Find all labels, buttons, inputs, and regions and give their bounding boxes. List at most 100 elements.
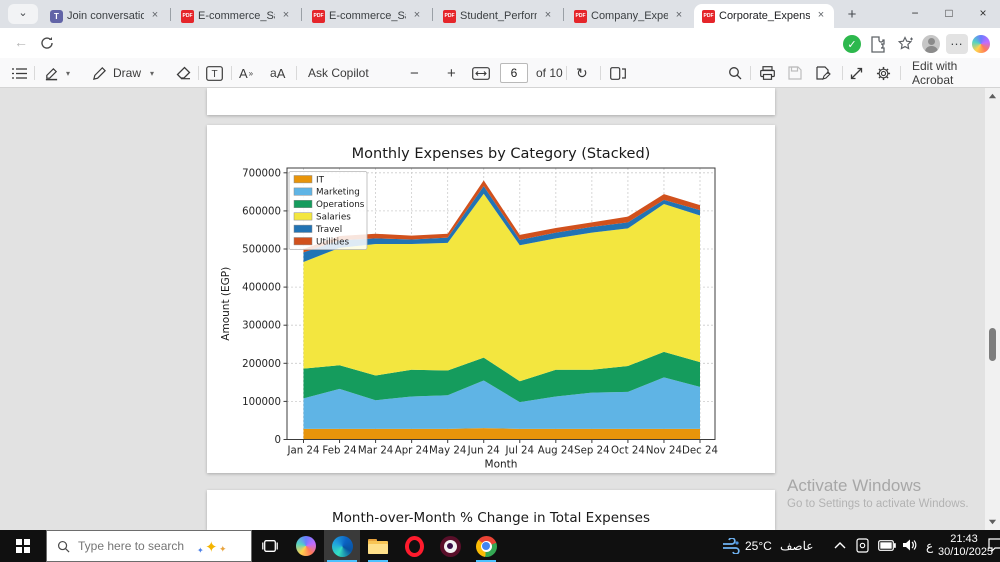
opera-icon[interactable] xyxy=(396,530,432,562)
extensions-puzzle-icon[interactable] xyxy=(868,35,886,53)
search-document-icon[interactable] xyxy=(728,63,742,83)
tab-title: E-commerce_Sales_Anal xyxy=(198,10,275,22)
tab-close-icon[interactable]: × xyxy=(541,9,555,23)
svg-text:500000: 500000 xyxy=(242,245,281,256)
svg-text:Oct 24: Oct 24 xyxy=(611,446,645,457)
pdf-icon: PDF xyxy=(181,10,194,23)
weather-temperature[interactable]: 25°C xyxy=(745,539,772,553)
table-of-contents-icon[interactable] xyxy=(12,63,27,83)
pdf-toolbar: ▾ Draw ▾ T A» aA Ask Copilot − + of 10 ↻ xyxy=(0,58,1000,88)
edge-taskbar-icon[interactable] xyxy=(324,530,360,562)
zoom-in-icon[interactable]: + xyxy=(447,63,456,83)
tab-join-conversation[interactable]: T Join conversation × xyxy=(42,4,168,28)
draw-dropdown-icon[interactable]: ▾ xyxy=(150,63,154,83)
pdf-page-chart: 0100000200000300000400000500000600000700… xyxy=(207,125,775,473)
search-input[interactable] xyxy=(78,539,198,553)
new-tab-button[interactable]: + xyxy=(840,4,864,26)
tab-close-icon[interactable]: × xyxy=(148,9,162,23)
next-chart-title: Month-over-Month % Change in Total Expen… xyxy=(207,490,775,526)
print-icon[interactable] xyxy=(760,63,775,83)
tab-close-icon[interactable]: × xyxy=(410,9,424,23)
save-as-icon[interactable] xyxy=(816,63,831,83)
vertical-scrollbar[interactable] xyxy=(985,88,1000,530)
draw-pen-icon[interactable] xyxy=(92,63,107,83)
chrome-icon[interactable] xyxy=(468,530,504,562)
sparkle-small-icon: ✦ xyxy=(197,546,204,555)
tab-search-button[interactable]: ⌄ xyxy=(8,4,38,24)
maximize-button[interactable]: □ xyxy=(932,0,966,28)
copilot-icon[interactable] xyxy=(972,35,990,53)
close-window-button[interactable]: × xyxy=(966,0,1000,28)
taskbar-search[interactable]: ✦ ✦ ✦ xyxy=(46,530,252,562)
page-number-input[interactable] xyxy=(500,63,528,83)
settings-gear-icon[interactable] xyxy=(876,63,891,83)
start-button[interactable] xyxy=(0,530,46,562)
pdf-icon: PDF xyxy=(312,10,325,23)
svg-text:Nov 24: Nov 24 xyxy=(646,446,682,457)
taskbar-clock[interactable]: 21:43 30/10/2025 xyxy=(938,533,990,559)
tab-title: Student_Performance_A xyxy=(460,10,537,22)
pdf-icon: PDF xyxy=(443,10,456,23)
svg-text:Salaries: Salaries xyxy=(316,213,351,223)
tab-strip: ⌄ T Join conversation × PDF E-commerce_S… xyxy=(0,0,1000,28)
refresh-icon[interactable] xyxy=(40,36,54,50)
profile-avatar[interactable] xyxy=(922,35,940,53)
tab-close-icon[interactable]: × xyxy=(814,9,828,23)
eraser-icon[interactable] xyxy=(176,63,192,83)
svg-text:700000: 700000 xyxy=(242,168,281,179)
task-view-icon[interactable] xyxy=(252,530,288,562)
file-explorer-icon[interactable] xyxy=(360,530,396,562)
scroll-down-icon[interactable] xyxy=(988,517,997,526)
notification-icon[interactable] xyxy=(988,538,1000,552)
tab-student-performance[interactable]: PDF Student_Performance_A × xyxy=(435,4,561,28)
svg-text:Marketing: Marketing xyxy=(316,188,360,198)
tab-ecommerce-2[interactable]: PDF E-commerce_Sales_Anal × xyxy=(304,4,430,28)
weather-condition[interactable]: عاصف xyxy=(780,539,813,553)
windows-logo-icon xyxy=(16,539,30,553)
translate-icon[interactable]: aA xyxy=(270,63,285,83)
highlighter-icon[interactable] xyxy=(44,63,59,83)
address-bar-row: ← File C:/Users/pc/Desktop/HE/Corporate_… xyxy=(0,28,1000,58)
highlighter-dropdown-icon[interactable]: ▾ xyxy=(66,63,70,83)
back-icon[interactable]: ← xyxy=(14,34,28,50)
edit-with-acrobat-button[interactable]: Edit with Acrobat xyxy=(912,63,1000,83)
more-menu-icon[interactable]: … xyxy=(946,34,968,54)
battery-icon[interactable] xyxy=(878,540,896,551)
scrollbar-thumb[interactable] xyxy=(989,328,996,361)
minimize-button[interactable]: − xyxy=(898,0,932,28)
fit-to-width-icon[interactable] xyxy=(472,63,490,83)
read-aloud-icon[interactable]: A» xyxy=(239,63,253,83)
security-check-icon[interactable]: ✓ xyxy=(843,35,861,53)
tray-chevron-up-icon[interactable] xyxy=(834,541,846,549)
page-view-icon[interactable] xyxy=(610,63,626,83)
page-total-label: of 10 xyxy=(536,63,563,83)
zoom-out-icon[interactable]: − xyxy=(410,63,419,83)
tab-divider xyxy=(301,8,302,21)
sparkle-small2-icon: ✦ xyxy=(219,544,227,555)
tray-device-icon[interactable] xyxy=(856,538,869,553)
collections-icon[interactable] xyxy=(896,35,914,53)
speaker-icon[interactable] xyxy=(902,538,917,552)
scroll-up-icon[interactable] xyxy=(988,92,997,101)
browser-icon[interactable] xyxy=(432,530,468,562)
tab-close-icon[interactable]: × xyxy=(279,9,293,23)
ask-copilot-button[interactable]: Ask Copilot xyxy=(308,63,369,83)
pdf-page-next-top: Month-over-Month % Change in Total Expen… xyxy=(207,490,775,530)
tab-company-expenses[interactable]: PDF Company_Expenses_Ana × xyxy=(566,4,692,28)
tab-close-icon[interactable]: × xyxy=(672,9,686,23)
language-indicator[interactable]: ع xyxy=(926,539,933,553)
svg-text:100000: 100000 xyxy=(242,397,281,408)
svg-text:200000: 200000 xyxy=(242,359,281,370)
weather-icon[interactable] xyxy=(722,538,740,554)
tab-corporate-expenses-active[interactable]: PDF Corporate_Expenses_20 × xyxy=(694,4,834,28)
rotate-icon[interactable]: ↻ xyxy=(576,63,588,83)
svg-text:Jan 24: Jan 24 xyxy=(287,446,320,457)
pdf-icon: PDF xyxy=(702,10,715,23)
copilot-taskbar-icon[interactable] xyxy=(288,530,324,562)
draw-label[interactable]: Draw xyxy=(113,63,141,83)
svg-text:Travel: Travel xyxy=(315,225,342,235)
fullscreen-icon[interactable] xyxy=(850,63,863,83)
svg-text:Mar 24: Mar 24 xyxy=(358,446,393,457)
tab-ecommerce-1[interactable]: PDF E-commerce_Sales_Anal × xyxy=(173,4,299,28)
add-text-icon[interactable]: T xyxy=(206,63,223,83)
